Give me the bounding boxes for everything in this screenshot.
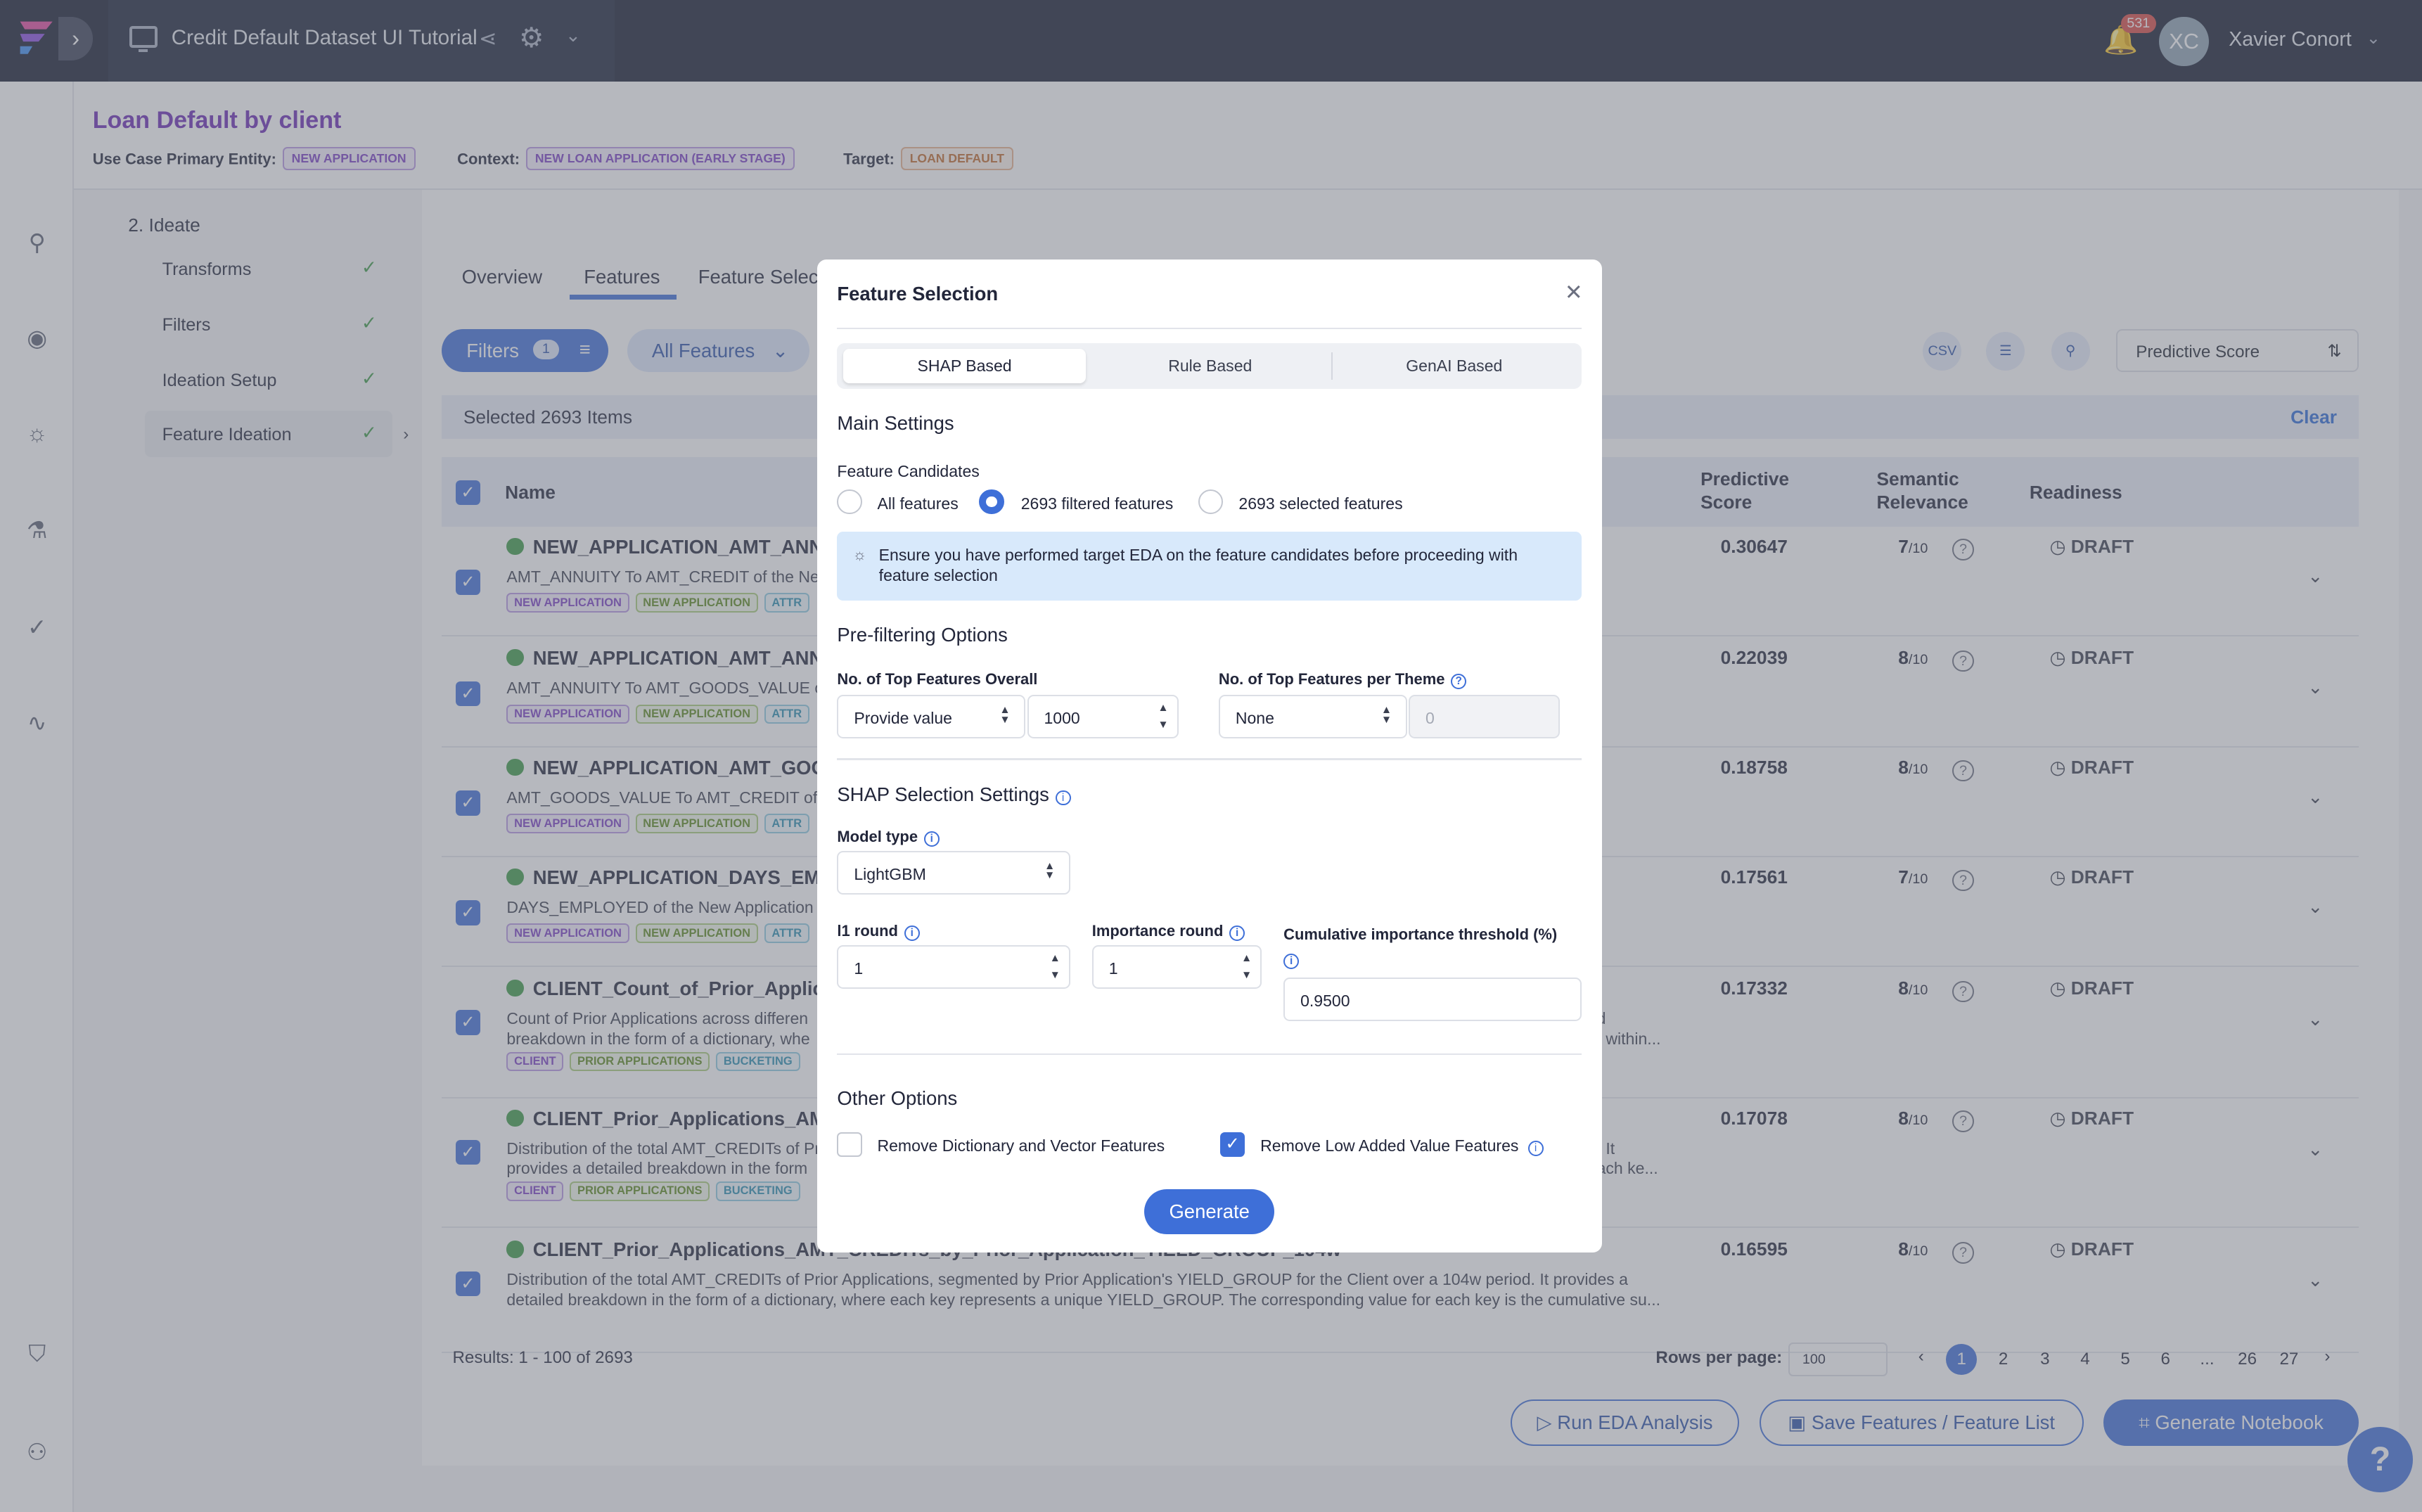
remove-low-value-label-text: Remove Low Added Value Features bbox=[1260, 1136, 1519, 1155]
top-theme-value: 0 bbox=[1425, 708, 1435, 727]
shap-settings-text: SHAP Selection Settings bbox=[837, 783, 1049, 805]
select-arrows-icon: ▲ ▼ bbox=[1044, 860, 1056, 882]
info-banner: ☼ Ensure you have performed target EDA on… bbox=[837, 531, 1582, 601]
selection-method-tabs: SHAP Based Rule Based GenAI Based bbox=[837, 342, 1582, 390]
select-arrows-icon: ▲ ▼ bbox=[999, 704, 1011, 726]
top-theme-input[interactable]: 0 bbox=[1409, 695, 1561, 738]
cumulative-threshold-label-text: Cumulative importance threshold (%) bbox=[1283, 925, 1558, 944]
info-icon[interactable]: i bbox=[1055, 790, 1071, 806]
modal-title: Feature Selection bbox=[837, 282, 999, 305]
top-theme-label-text: No. of Top Features per Theme bbox=[1218, 670, 1445, 688]
shap-settings-title: SHAP Selection Settings i bbox=[837, 783, 1071, 806]
top-theme-label: No. of Top Features per Theme? bbox=[1218, 670, 1467, 690]
feature-selection-modal: Feature Selection ✕ SHAP Based Rule Base… bbox=[816, 259, 1602, 1253]
remove-dictionary-checkbox[interactable] bbox=[837, 1132, 862, 1158]
radio-all-features[interactable] bbox=[837, 489, 862, 515]
tab-rule-based[interactable]: Rule Based bbox=[1089, 349, 1331, 383]
info-icon[interactable]: i bbox=[923, 831, 940, 847]
remove-low-value-label[interactable]: Remove Low Added Value Features i bbox=[1260, 1136, 1544, 1157]
l1-round-label-text: l1 round bbox=[837, 922, 898, 940]
remove-low-value-checkbox[interactable]: ✓ bbox=[1220, 1132, 1245, 1158]
other-options-title: Other Options bbox=[837, 1087, 958, 1110]
l1-round-label: l1 round i bbox=[837, 922, 920, 942]
radio-filtered-features-label[interactable]: 2693 filtered features bbox=[1021, 494, 1174, 513]
radio-all-features-label[interactable]: All features bbox=[877, 494, 958, 513]
importance-round-label: Importance round i bbox=[1091, 922, 1245, 942]
radio-filtered-features[interactable] bbox=[979, 489, 1004, 515]
info-icon[interactable]: i bbox=[1527, 1141, 1544, 1157]
model-type-value: LightGBM bbox=[854, 864, 926, 883]
top-theme-mode-value: None bbox=[1235, 708, 1274, 727]
cumulative-threshold-value: 0.9500 bbox=[1300, 991, 1350, 1010]
importance-round-value: 1 bbox=[1108, 959, 1118, 978]
stepper-icon[interactable]: ▲ ▼ bbox=[1153, 700, 1174, 733]
app: › Credit Default Dataset UI Tutorial ⋖ ⚙… bbox=[0, 0, 2422, 1512]
info-icon[interactable]: i bbox=[904, 925, 920, 942]
generate-button[interactable]: Generate bbox=[1144, 1189, 1274, 1234]
divider bbox=[837, 327, 1582, 329]
top-overall-label: No. of Top Features Overall bbox=[837, 670, 1038, 688]
top-overall-input[interactable]: 1000 ▲ ▼ bbox=[1027, 695, 1179, 738]
l1-round-value: 1 bbox=[854, 959, 864, 978]
divider bbox=[837, 1053, 1582, 1056]
l1-round-input[interactable]: 1 ▲ ▼ bbox=[837, 945, 1071, 989]
info-icon[interactable]: i bbox=[1229, 925, 1245, 942]
divider bbox=[837, 758, 1582, 760]
lightbulb-icon: ☼ bbox=[852, 546, 867, 564]
remove-dictionary-label[interactable]: Remove Dictionary and Vector Features bbox=[877, 1136, 1165, 1155]
close-icon[interactable]: ✕ bbox=[1565, 280, 1583, 305]
model-type-label: Model type i bbox=[837, 828, 940, 847]
model-type-label-text: Model type bbox=[837, 828, 918, 846]
importance-round-input[interactable]: 1 ▲ ▼ bbox=[1091, 945, 1262, 989]
tab-shap-based[interactable]: SHAP Based bbox=[843, 349, 1086, 383]
importance-round-label-text: Importance round bbox=[1091, 922, 1224, 940]
help-icon[interactable]: ? bbox=[1451, 674, 1467, 690]
info-text: Ensure you have performed target EDA on … bbox=[878, 546, 1518, 584]
prefilter-title: Pre-filtering Options bbox=[837, 624, 1008, 646]
cumulative-threshold-input[interactable]: 0.9500 bbox=[1283, 978, 1582, 1021]
stepper-icon[interactable]: ▲ ▼ bbox=[1236, 950, 1257, 984]
tab-genai-based[interactable]: GenAI Based bbox=[1333, 349, 1575, 383]
main-settings-title: Main Settings bbox=[837, 412, 954, 435]
stepper-icon[interactable]: ▲ ▼ bbox=[1044, 950, 1066, 984]
feature-candidates-label: Feature Candidates bbox=[837, 461, 980, 480]
info-icon[interactable]: i bbox=[1283, 954, 1300, 970]
radio-selected-features[interactable] bbox=[1198, 489, 1224, 515]
cumulative-threshold-label: Cumulative importance threshold (%) i bbox=[1283, 922, 1577, 971]
top-overall-value: 1000 bbox=[1044, 708, 1080, 727]
top-overall-mode-select[interactable]: Provide value ▲ ▼ bbox=[837, 695, 1026, 738]
model-type-select[interactable]: LightGBM ▲ ▼ bbox=[837, 851, 1071, 895]
top-overall-mode-value: Provide value bbox=[854, 708, 952, 727]
select-arrows-icon: ▲ ▼ bbox=[1380, 704, 1392, 726]
top-theme-mode-select[interactable]: None ▲ ▼ bbox=[1218, 695, 1407, 738]
radio-selected-features-label[interactable]: 2693 selected features bbox=[1238, 494, 1402, 513]
